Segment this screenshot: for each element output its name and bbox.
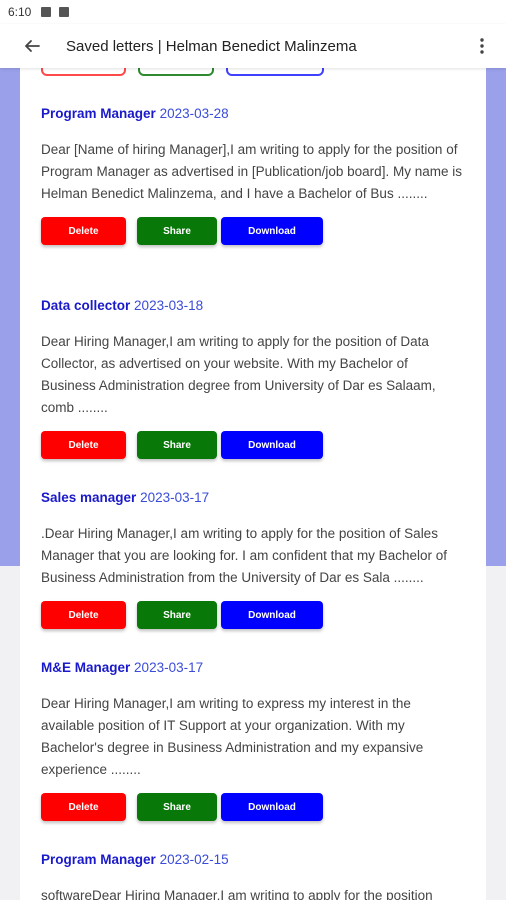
list-item: Data collector 2023-03-18 Dear Hiring Ma… — [41, 296, 466, 459]
share-button-partial[interactable] — [138, 68, 214, 76]
status-time: 6:10 — [8, 5, 32, 19]
letter-position: Program Manager — [41, 852, 156, 867]
download-button-partial[interactable] — [226, 68, 324, 76]
letter-date: 2023-02-15 — [159, 852, 229, 867]
gallery-notification-icon — [41, 7, 52, 17]
letter-actions: Delete Share Download — [41, 431, 466, 459]
letter-date: 2023-03-17 — [140, 490, 210, 505]
letter-preview: .Dear Hiring Manager,I am writing to app… — [41, 526, 447, 585]
share-button[interactable]: Share — [137, 217, 217, 245]
download-button[interactable]: Download — [221, 431, 323, 459]
letter-title: M&E Manager 2023-03-17 — [41, 658, 466, 678]
list-item: M&E Manager 2023-03-17 Dear Hiring Manag… — [41, 658, 466, 821]
letter-actions: Delete Share Download — [41, 793, 466, 821]
letter-title: Program Manager 2023-02-15 — [41, 850, 466, 870]
letter-position: Sales manager — [41, 490, 137, 505]
letter-actions: Delete Share Download — [41, 601, 466, 629]
list-item: Sales manager 2023-03-17 .Dear Hiring Ma… — [41, 488, 466, 629]
letter-date: 2023-03-28 — [159, 106, 229, 121]
letter-title: Program Manager 2023-03-28 — [41, 104, 466, 124]
download-notification-icon — [59, 7, 70, 17]
overflow-menu-button[interactable] — [462, 26, 502, 66]
download-button[interactable]: Download — [221, 217, 323, 245]
back-button[interactable] — [12, 26, 52, 66]
status-bar: 6:10 — [0, 0, 506, 24]
list-item: Program Manager 2023-03-28 Dear [Name of… — [41, 104, 466, 245]
letter-actions: Delete Share Download — [41, 217, 466, 245]
letter-preview: softwareDear Hiring Manager,I am writing… — [41, 888, 433, 900]
letter-date: 2023-03-17 — [134, 660, 204, 675]
download-button[interactable]: Download — [221, 601, 323, 629]
share-button[interactable]: Share — [137, 431, 217, 459]
letters-list[interactable]: Program Manager 2023-03-28 Dear [Name of… — [20, 68, 486, 900]
letter-position: M&E Manager — [41, 660, 131, 675]
share-button[interactable]: Share — [137, 601, 217, 629]
letter-preview: Dear Hiring Manager,I am writing to appl… — [41, 334, 436, 415]
delete-button[interactable]: Delete — [41, 601, 126, 629]
arrow-back-icon — [25, 40, 40, 52]
delete-button[interactable]: Delete — [41, 793, 126, 821]
letter-date: 2023-03-18 — [134, 298, 204, 313]
share-button[interactable]: Share — [137, 793, 217, 821]
page-title: Saved letters | Helman Benedict Malinzem… — [66, 37, 357, 55]
app-bar: Saved letters | Helman Benedict Malinzem… — [0, 24, 506, 68]
list-item: Program Manager 2023-02-15 softwareDear … — [41, 850, 466, 900]
letter-position: Program Manager — [41, 106, 156, 121]
delete-button-partial[interactable] — [41, 68, 126, 76]
download-button[interactable]: Download — [221, 793, 323, 821]
letter-position: Data collector — [41, 298, 131, 313]
delete-button[interactable]: Delete — [41, 217, 126, 245]
previous-item-actions — [41, 68, 336, 76]
letter-preview: Dear [Name of hiring Manager],I am writi… — [41, 142, 462, 201]
letter-preview: Dear Hiring Manager,I am writing to expr… — [41, 696, 424, 777]
more-vert-icon — [480, 38, 484, 54]
delete-button[interactable]: Delete — [41, 431, 126, 459]
letter-title: Data collector 2023-03-18 — [41, 296, 466, 316]
letter-title: Sales manager 2023-03-17 — [41, 488, 466, 508]
